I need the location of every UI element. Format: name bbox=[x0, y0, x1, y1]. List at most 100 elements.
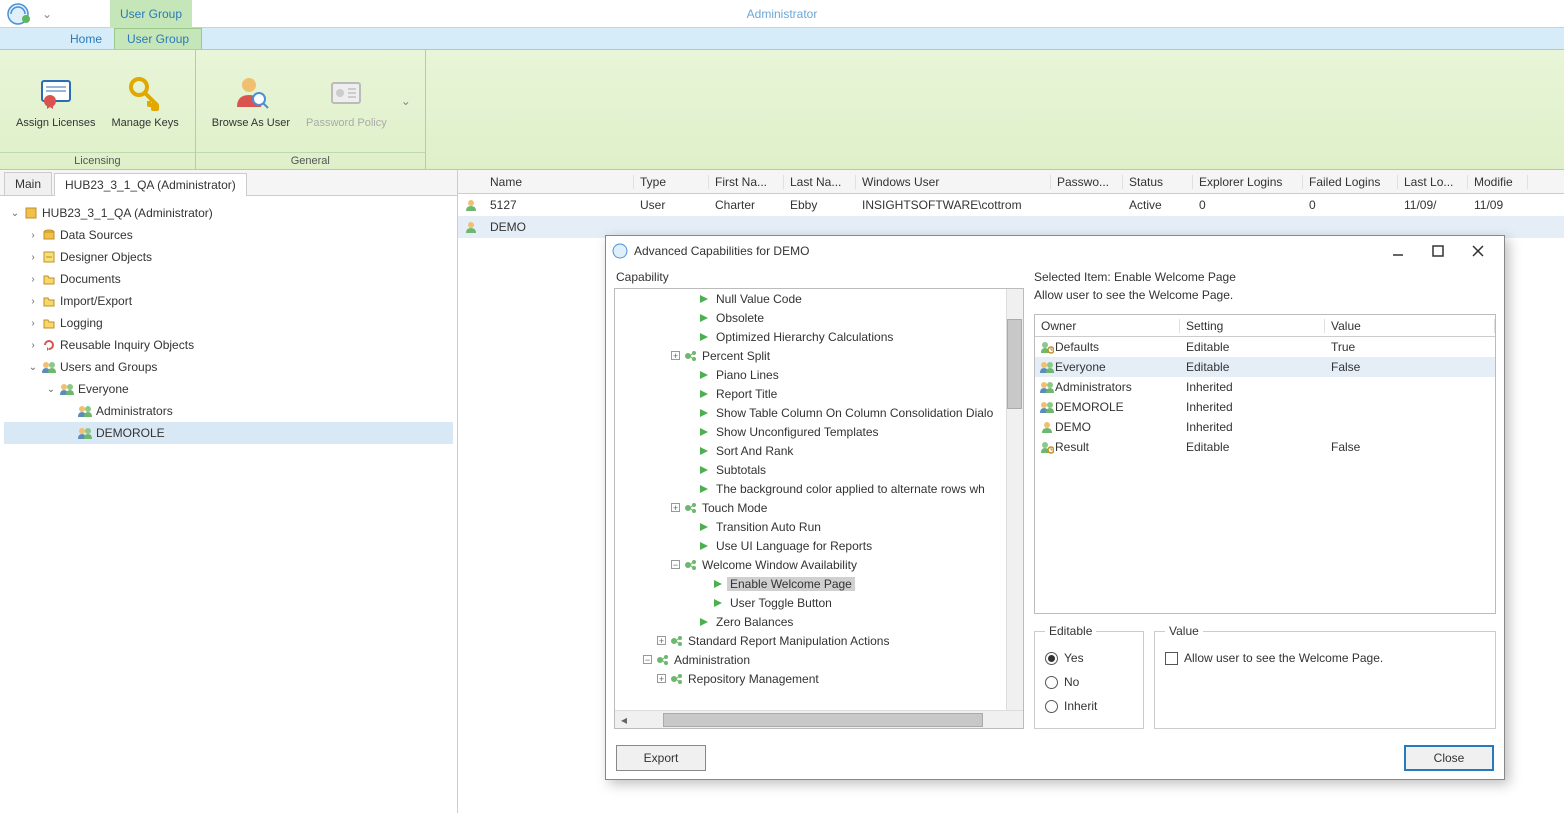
capability-item[interactable]: Transition Auto Run bbox=[615, 517, 1023, 536]
capability-item[interactable]: +Standard Report Manipulation Actions bbox=[615, 631, 1023, 650]
owner-row[interactable]: AdministratorsInherited bbox=[1035, 377, 1495, 397]
panel-tab-main[interactable]: Main bbox=[4, 172, 52, 195]
capability-item[interactable]: Zero Balances bbox=[615, 612, 1023, 631]
ribbon-launcher-icon[interactable]: ⌄ bbox=[395, 94, 417, 108]
close-button[interactable] bbox=[1458, 237, 1498, 265]
capability-item[interactable]: The background color applied to alternat… bbox=[615, 479, 1023, 498]
col-password[interactable]: Passwo... bbox=[1051, 175, 1123, 189]
tree-item[interactable]: ›Logging bbox=[4, 312, 453, 334]
scrollbar-vertical[interactable] bbox=[1006, 289, 1023, 710]
expand-icon[interactable]: + bbox=[671, 503, 680, 512]
col-name[interactable]: Name bbox=[484, 175, 634, 189]
dialog-titlebar[interactable]: Advanced Capabilities for DEMO bbox=[606, 236, 1504, 266]
checkbox-icon[interactable] bbox=[1165, 652, 1178, 665]
manage-keys-button[interactable]: Manage Keys bbox=[104, 69, 187, 133]
tree-item[interactable]: ›Designer Objects bbox=[4, 246, 453, 268]
capability-item[interactable]: +Touch Mode bbox=[615, 498, 1023, 517]
capability-item[interactable]: Show Unconfigured Templates bbox=[615, 422, 1023, 441]
expand-icon[interactable]: › bbox=[26, 274, 40, 285]
col-firstname[interactable]: First Na... bbox=[709, 175, 784, 189]
col-windowsuser[interactable]: Windows User bbox=[856, 175, 1051, 189]
owner-col-owner[interactable]: Owner bbox=[1035, 319, 1180, 333]
close-dialog-button[interactable]: Close bbox=[1404, 745, 1494, 771]
collapse-icon[interactable]: − bbox=[671, 560, 680, 569]
export-button[interactable]: Export bbox=[616, 745, 706, 771]
col-lastname[interactable]: Last Na... bbox=[784, 175, 856, 189]
grid-header: Name Type First Na... Last Na... Windows… bbox=[458, 170, 1564, 194]
col-explorerlogins[interactable]: Explorer Logins bbox=[1193, 175, 1303, 189]
expand-icon[interactable]: › bbox=[26, 296, 40, 307]
tree-item[interactable]: ⌄Users and Groups bbox=[4, 356, 453, 378]
capability-item[interactable]: Show Table Column On Column Consolidatio… bbox=[615, 403, 1023, 422]
capability-item[interactable]: Piano Lines bbox=[615, 365, 1023, 384]
browse-as-user-button[interactable]: Browse As User bbox=[204, 69, 298, 133]
expand-icon[interactable]: › bbox=[26, 230, 40, 241]
collapse-icon[interactable]: ⌄ bbox=[8, 208, 22, 219]
col-modified[interactable]: Modifie bbox=[1468, 175, 1528, 189]
tree-item[interactable]: ›Documents bbox=[4, 268, 453, 290]
col-type[interactable]: Type bbox=[634, 175, 709, 189]
capability-item[interactable]: Use UI Language for Reports bbox=[615, 536, 1023, 555]
expand-icon[interactable]: › bbox=[26, 252, 40, 263]
tree-item[interactable]: Administrators bbox=[4, 400, 453, 422]
tree-item[interactable]: ›Import/Export bbox=[4, 290, 453, 312]
tab-usergroup[interactable]: User Group bbox=[114, 28, 202, 49]
password-policy-button[interactable]: Password Policy bbox=[298, 69, 395, 133]
qat-customize-icon[interactable]: ⌄ bbox=[42, 7, 52, 21]
tree-item[interactable]: ⌄Everyone bbox=[4, 378, 453, 400]
reuse-icon bbox=[40, 338, 58, 352]
tree-root[interactable]: ⌄ HUB23_3_1_QA (Administrator) bbox=[4, 202, 453, 224]
capability-item[interactable]: +Percent Split bbox=[615, 346, 1023, 365]
play-icon bbox=[697, 389, 713, 399]
capability-item[interactable]: User Toggle Button bbox=[615, 593, 1023, 612]
expand-icon[interactable]: + bbox=[657, 674, 666, 683]
owner-row[interactable]: ResultEditableFalse bbox=[1035, 437, 1495, 457]
col-status[interactable]: Status bbox=[1123, 175, 1193, 189]
owner-row[interactable]: DEMOInherited bbox=[1035, 417, 1495, 437]
radio-no[interactable]: No bbox=[1045, 670, 1133, 694]
capability-item[interactable]: Enable Welcome Page bbox=[615, 574, 1023, 593]
expand-icon[interactable]: + bbox=[671, 351, 680, 360]
capability-item[interactable]: Report Title bbox=[615, 384, 1023, 403]
capability-item[interactable]: Optimized Hierarchy Calculations bbox=[615, 327, 1023, 346]
maximize-button[interactable] bbox=[1418, 237, 1458, 265]
capability-item[interactable]: Obsolete bbox=[615, 308, 1023, 327]
capability-item[interactable]: Sort And Rank bbox=[615, 441, 1023, 460]
context-tab-usergroup[interactable]: User Group bbox=[110, 0, 192, 28]
scrollbar-horizontal[interactable]: ◂ bbox=[615, 710, 1023, 728]
assign-licenses-button[interactable]: Assign Licenses bbox=[8, 69, 104, 133]
panel-tab-hub[interactable]: HUB23_3_1_QA (Administrator) bbox=[54, 173, 247, 196]
radio-yes[interactable]: Yes bbox=[1045, 646, 1133, 670]
tree-item[interactable]: ›Reusable Inquiry Objects bbox=[4, 334, 453, 356]
ribbon-group-label: General bbox=[196, 152, 425, 169]
node-icon bbox=[669, 635, 685, 647]
grid-row[interactable]: 5127UserCharterEbbyINSIGHTSOFTWARE\cottr… bbox=[458, 194, 1564, 216]
expand-icon[interactable]: + bbox=[657, 636, 666, 645]
capability-item[interactable]: −Administration bbox=[615, 650, 1023, 669]
owner-col-value[interactable]: Value bbox=[1325, 319, 1495, 333]
tab-home[interactable]: Home bbox=[58, 29, 114, 49]
owner-row[interactable]: EveryoneEditableFalse bbox=[1035, 357, 1495, 377]
play-icon bbox=[697, 294, 713, 304]
owner-col-setting[interactable]: Setting bbox=[1180, 319, 1325, 333]
expand-icon[interactable]: › bbox=[26, 318, 40, 329]
minimize-button[interactable] bbox=[1378, 237, 1418, 265]
col-lastlogin[interactable]: Last Lo... bbox=[1398, 175, 1468, 189]
capability-tree[interactable]: Null Value CodeObsoleteOptimized Hierarc… bbox=[615, 289, 1023, 710]
tree-item[interactable]: ›Data Sources bbox=[4, 224, 453, 246]
collapse-icon[interactable]: − bbox=[643, 655, 652, 664]
col-failedlogins[interactable]: Failed Logins bbox=[1303, 175, 1398, 189]
radio-inherit[interactable]: Inherit bbox=[1045, 694, 1133, 718]
tree-item[interactable]: DEMOROLE bbox=[4, 422, 453, 444]
collapse-icon[interactable]: ⌄ bbox=[44, 384, 58, 395]
capability-item[interactable]: +Repository Management bbox=[615, 669, 1023, 688]
expand-icon[interactable]: › bbox=[26, 340, 40, 351]
collapse-icon[interactable]: ⌄ bbox=[26, 362, 40, 373]
capability-item[interactable]: −Welcome Window Availability bbox=[615, 555, 1023, 574]
ribbon-group-licensing: Assign Licenses Manage Keys Licensing bbox=[0, 50, 196, 169]
capability-item[interactable]: Subtotals bbox=[615, 460, 1023, 479]
capability-item[interactable]: Null Value Code bbox=[615, 289, 1023, 308]
owner-row[interactable]: DefaultsEditableTrue bbox=[1035, 337, 1495, 357]
value-checkbox[interactable]: Allow user to see the Welcome Page. bbox=[1165, 646, 1485, 670]
owner-row[interactable]: DEMOROLEInherited bbox=[1035, 397, 1495, 417]
